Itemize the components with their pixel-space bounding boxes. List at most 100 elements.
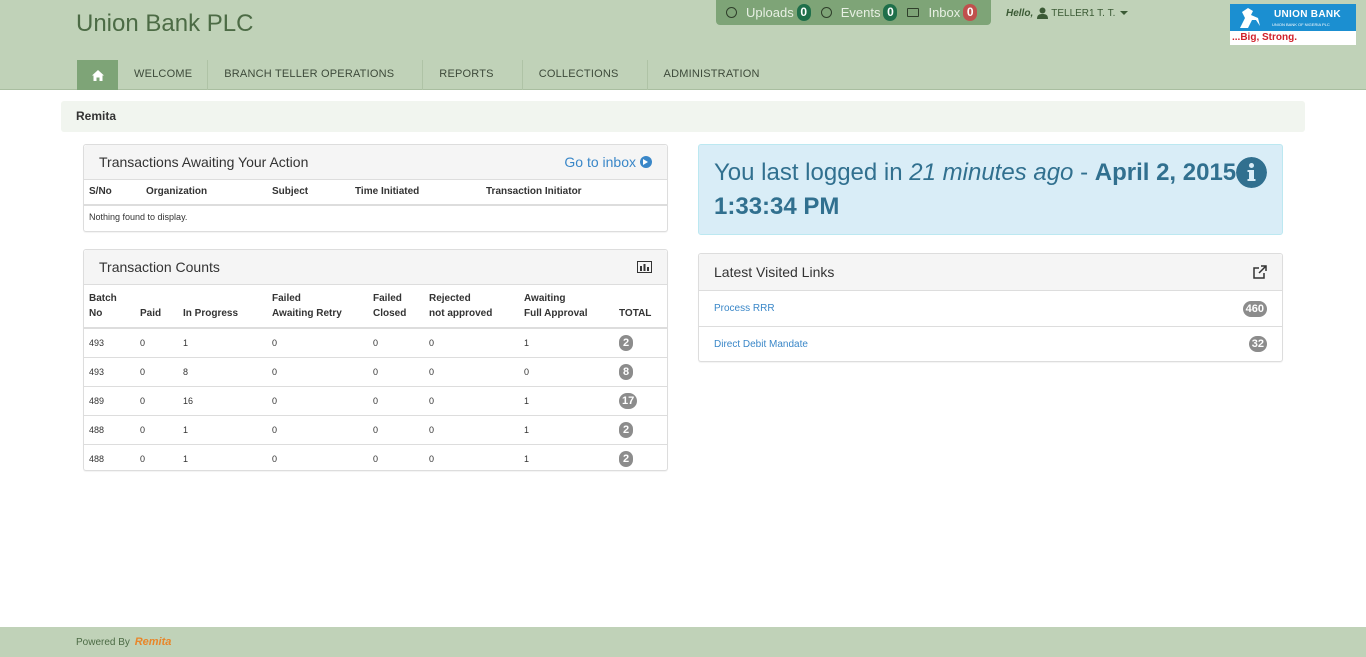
table-cell: 16 xyxy=(178,385,267,415)
column-header[interactable]: Failed Closed xyxy=(368,285,424,329)
total-badge: 2 xyxy=(619,334,633,351)
counts-table: Batch No Paid In Progress Failed Awaiting R… xyxy=(84,285,667,473)
table-cell: 0 xyxy=(424,443,519,473)
column-header-line2: not approved xyxy=(429,308,493,319)
column-header[interactable]: Failed Awaiting Retry xyxy=(267,285,368,329)
column-header[interactable]: Awaiting Full Approval xyxy=(519,285,614,329)
footer: Powered By Remita xyxy=(0,627,1366,657)
column-header-line2: Paid xyxy=(140,308,162,319)
breadcrumb: Remita xyxy=(61,101,1305,132)
nav-reports[interactable]: REPORTS xyxy=(423,60,523,90)
table-cell: 488 xyxy=(84,414,135,444)
table-cell: 489 xyxy=(84,385,135,415)
table-cell: 0 xyxy=(519,356,614,386)
caret-down-icon xyxy=(1120,11,1129,15)
column-header[interactable]: Transaction Initiator xyxy=(481,180,667,206)
table-row: 489 0 16 0 0 0 1 17 xyxy=(84,385,667,415)
login-separator: - xyxy=(1080,159,1089,186)
table-cell: 17 xyxy=(614,385,667,415)
table-row: 488 0 1 0 0 0 1 2 xyxy=(84,443,667,473)
total-badge: 2 xyxy=(619,450,633,467)
column-header[interactable]: S/No xyxy=(84,180,141,206)
table-cell: 0 xyxy=(135,443,178,473)
info-icon xyxy=(1236,157,1267,188)
envelope-icon xyxy=(907,8,920,17)
link-direct-debit-mandate[interactable]: Direct Debit Mandate xyxy=(714,339,808,350)
user-icon xyxy=(1037,7,1049,19)
inbox-notification-link[interactable]: Inbox 0 xyxy=(907,4,978,21)
column-header[interactable]: Paid xyxy=(135,285,178,329)
external-link-icon[interactable] xyxy=(1253,265,1267,279)
user-menu[interactable]: Hello, TELLER1 T. T. xyxy=(1006,7,1129,19)
column-header-line2: In Progress xyxy=(183,308,239,319)
powered-by-label: Powered By xyxy=(76,637,130,648)
table-cell: 488 xyxy=(84,443,135,473)
table-cell: 0 xyxy=(424,385,519,415)
list-item: Process RRR 460 xyxy=(699,291,1282,326)
counts-panel-header: Transaction Counts xyxy=(84,250,667,285)
column-header-line1 xyxy=(619,291,662,306)
table-cell: 1 xyxy=(178,414,267,444)
column-header-line1 xyxy=(140,291,173,306)
link-process-rrr[interactable]: Process RRR xyxy=(714,303,775,314)
app-header: Union Bank PLC Uploads 0 Events 0 Inbox … xyxy=(0,0,1366,90)
column-header[interactable]: Organization xyxy=(141,180,267,206)
upload-icon xyxy=(726,7,737,18)
column-header[interactable]: Rejected not approved xyxy=(424,285,519,329)
table-cell: 0 xyxy=(267,414,368,444)
uploads-count-badge: 0 xyxy=(796,4,811,21)
go-to-inbox-link[interactable]: Go to inbox xyxy=(564,154,652,170)
table-cell: 8 xyxy=(614,356,667,386)
awaiting-panel-title: Transactions Awaiting Your Action xyxy=(99,154,309,170)
links-panel-header: Latest Visited Links xyxy=(699,254,1282,291)
visit-count-badge: 32 xyxy=(1248,336,1267,352)
remita-logo: Remita xyxy=(134,636,172,648)
table-cell: 1 xyxy=(524,337,530,348)
uploads-link[interactable]: Uploads 0 xyxy=(726,4,811,21)
table-cell: 0 xyxy=(429,337,435,348)
last-login-alert: You last logged in 21 minutes ago - Apri… xyxy=(698,144,1283,235)
notification-bar: Uploads 0 Events 0 Inbox 0 xyxy=(716,0,991,25)
column-header-line2: Closed xyxy=(373,308,407,319)
app-title: Union Bank PLC xyxy=(76,10,254,37)
login-prefix: You last logged in xyxy=(714,159,903,186)
empty-message: Nothing found to display. xyxy=(89,212,188,222)
column-header[interactable]: TOTAL xyxy=(614,285,667,329)
table-cell: 0 xyxy=(135,356,178,386)
events-count-badge: 0 xyxy=(883,4,898,21)
column-header-line1: Awaiting xyxy=(524,293,566,304)
table-cell: 0 xyxy=(267,356,368,386)
nav-branch-teller-operations[interactable]: BRANCH TELLER OPERATIONS xyxy=(208,60,424,90)
bar-chart-icon[interactable] xyxy=(637,261,652,273)
table-row: 493 0 1 0 0 0 1 2 xyxy=(84,328,667,357)
table-cell: 1 xyxy=(519,443,614,473)
awaiting-action-panel: Transactions Awaiting Your Action Go to … xyxy=(83,144,668,232)
table-cell: 0 xyxy=(272,337,278,348)
table-cell: 0 xyxy=(368,356,424,386)
column-header-line2: TOTAL xyxy=(619,308,652,319)
clock-icon xyxy=(820,7,832,18)
counts-panel-title: Transaction Counts xyxy=(99,259,220,275)
column-header-line1: Rejected xyxy=(429,293,471,304)
union-bank-logo: UNION BANK UNION BANK OF NIGERIA PLC ...… xyxy=(1230,4,1356,45)
transaction-counts-panel: Transaction Counts Batch No Paid In Progr… xyxy=(83,249,668,473)
nav-welcome[interactable]: WELCOME xyxy=(118,60,209,90)
logo-brand: UNION BANK xyxy=(1274,9,1341,20)
table-cell: 0 xyxy=(424,414,519,444)
table-cell: 0 xyxy=(368,385,424,415)
column-header[interactable]: Subject xyxy=(267,180,350,206)
table-row: 488 0 1 0 0 0 1 2 xyxy=(84,414,667,444)
go-to-inbox-label: Go to inbox xyxy=(564,154,636,170)
nav-administration[interactable]: ADMINISTRATION xyxy=(648,60,775,90)
column-header[interactable]: Time Initiated xyxy=(350,180,481,206)
nav-home[interactable] xyxy=(77,60,118,90)
column-header[interactable]: In Progress xyxy=(178,285,267,329)
home-icon xyxy=(91,69,104,81)
greeting: Hello, xyxy=(1006,7,1034,19)
awaiting-table: S/No Organization Subject Time Initiated… xyxy=(84,180,667,228)
table-cell: 493 xyxy=(84,356,135,386)
nav-collections[interactable]: COLLECTIONS xyxy=(523,60,648,90)
table-cell: 0 xyxy=(368,414,424,444)
events-link[interactable]: Events 0 xyxy=(820,4,898,21)
column-header[interactable]: Batch No xyxy=(84,285,135,329)
